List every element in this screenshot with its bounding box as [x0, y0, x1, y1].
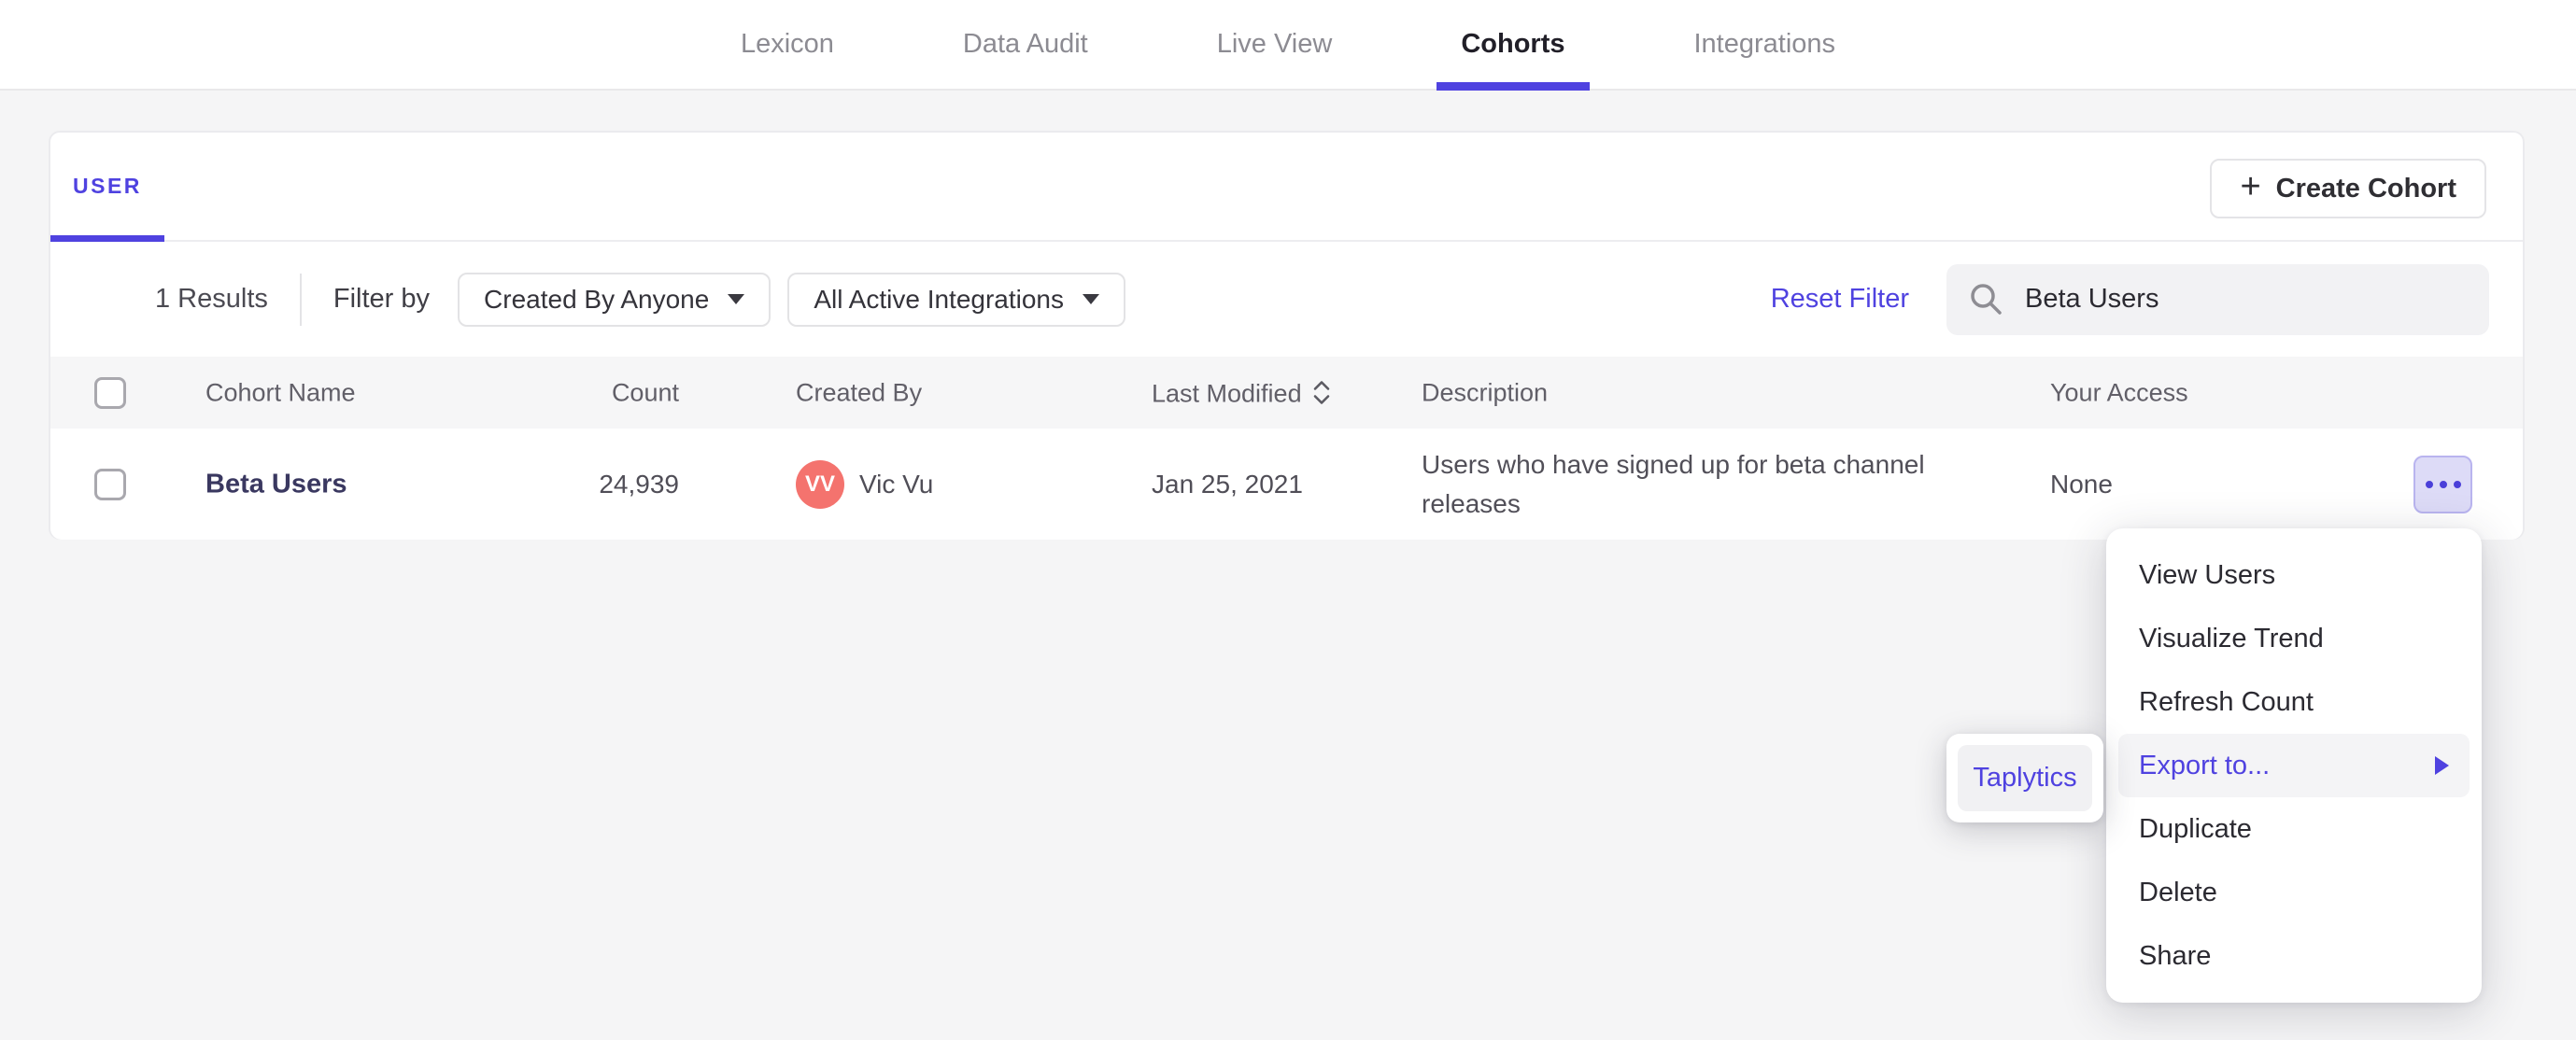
tab-cohorts[interactable]: Cohorts	[1437, 0, 1590, 91]
your-access-value: None	[2050, 469, 2113, 499]
menu-item-visualize-trend[interactable]: Visualize Trend	[2118, 607, 2470, 670]
last-modified-date: Jan 25, 2021	[1152, 469, 1303, 499]
active-tab-indicator	[1437, 82, 1590, 91]
menu-item-view-users[interactable]: View Users	[2118, 543, 2470, 607]
cohort-count: 24,939	[599, 469, 679, 499]
created-by-cell: VV Vic Vu	[796, 459, 934, 509]
tab-label: Data Audit	[962, 29, 1088, 59]
search-box[interactable]	[1946, 263, 2489, 335]
search-input[interactable]	[2025, 284, 2455, 315]
reset-filter-link[interactable]: Reset Filter	[1771, 284, 1909, 315]
chevron-down-icon	[728, 294, 745, 304]
header-count[interactable]: Count	[443, 378, 679, 407]
tab-integrations[interactable]: Integrations	[1670, 0, 1861, 89]
submenu-arrow-icon	[2435, 756, 2449, 775]
tab-user[interactable]: USER	[50, 133, 164, 242]
tab-data-audit[interactable]: Data Audit	[939, 0, 1112, 89]
tab-label: Live View	[1216, 29, 1333, 59]
cohort-description: Users who have signed up for beta channe…	[1422, 449, 1925, 518]
row-checkbox[interactable]	[94, 468, 126, 500]
search-icon	[1971, 283, 2002, 315]
table-row[interactable]: Beta Users 24,939 VV Vic Vu Jan 25, 2021…	[50, 429, 2523, 540]
created-by-name: Vic Vu	[859, 469, 934, 499]
avatar: VV	[796, 459, 844, 509]
tab-label: Lexicon	[740, 29, 834, 59]
header-cohort-name[interactable]: Cohort Name	[205, 378, 356, 407]
circle-icon	[2425, 480, 2433, 488]
cohorts-panel: USER + Create Cohort 1 Results Filter by…	[49, 131, 2525, 540]
sort-icon[interactable]	[1311, 377, 1332, 407]
circle-icon	[2453, 480, 2461, 488]
chevron-down-icon	[1083, 294, 1100, 304]
menu-item-export-to[interactable]: Export to...	[2118, 734, 2470, 797]
menu-item-refresh-count[interactable]: Refresh Count	[2118, 670, 2470, 734]
filter-by-label: Filter by	[333, 284, 431, 314]
tab-label: USER	[73, 174, 142, 198]
tab-lexicon[interactable]: Lexicon	[716, 0, 858, 89]
more-actions-button[interactable]	[2413, 455, 2472, 513]
row-actions-menu: View Users Visualize Trend Refresh Count…	[2106, 528, 2482, 1003]
dropdown-value: Created By Anyone	[484, 284, 710, 314]
menu-item-delete[interactable]: Delete	[2118, 861, 2470, 924]
menu-item-label: Export to...	[2139, 750, 2271, 780]
tab-live-view[interactable]: Live View	[1193, 0, 1357, 89]
create-cohort-label: Create Cohort	[2275, 173, 2456, 204]
top-navigation: Lexicon Data Audit Live View Cohorts Int…	[716, 0, 1861, 91]
tab-label: Integrations	[1693, 29, 1836, 59]
menu-item-share[interactable]: Share	[2118, 924, 2470, 988]
export-submenu: Taplytics	[1946, 734, 2103, 822]
plus-icon: +	[2240, 167, 2261, 206]
top-bar: Lexicon Data Audit Live View Cohorts Int…	[0, 0, 2576, 91]
tab-label: Cohorts	[1461, 29, 1565, 59]
submenu-item-taplytics[interactable]: Taplytics	[1958, 745, 2092, 811]
table-header: Cohort Name Count Created By Last Modifi…	[50, 357, 2523, 429]
panel-tab-strip: USER + Create Cohort	[50, 133, 2523, 242]
header-created-by[interactable]: Created By	[796, 378, 922, 407]
results-count: 1 Results	[155, 284, 268, 314]
divider	[299, 273, 302, 326]
header-description: Description	[1422, 378, 1549, 406]
active-tab-indicator	[50, 235, 164, 242]
created-by-dropdown[interactable]: Created By Anyone	[458, 272, 771, 327]
menu-item-duplicate[interactable]: Duplicate	[2118, 797, 2470, 861]
active-integrations-dropdown[interactable]: All Active Integrations	[787, 272, 1126, 327]
create-cohort-button[interactable]: + Create Cohort	[2210, 159, 2486, 218]
select-all-checkbox[interactable]	[94, 376, 126, 409]
header-label: Last Modified	[1152, 379, 1302, 407]
filter-bar: 1 Results Filter by Created By Anyone Al…	[50, 242, 2523, 357]
circle-icon	[2439, 480, 2447, 488]
header-your-access: Your Access	[2050, 378, 2188, 406]
header-last-modified[interactable]: Last Modified	[1152, 377, 1332, 408]
dropdown-value: All Active Integrations	[814, 284, 1065, 314]
cohort-name-link[interactable]: Beta Users	[205, 469, 347, 499]
